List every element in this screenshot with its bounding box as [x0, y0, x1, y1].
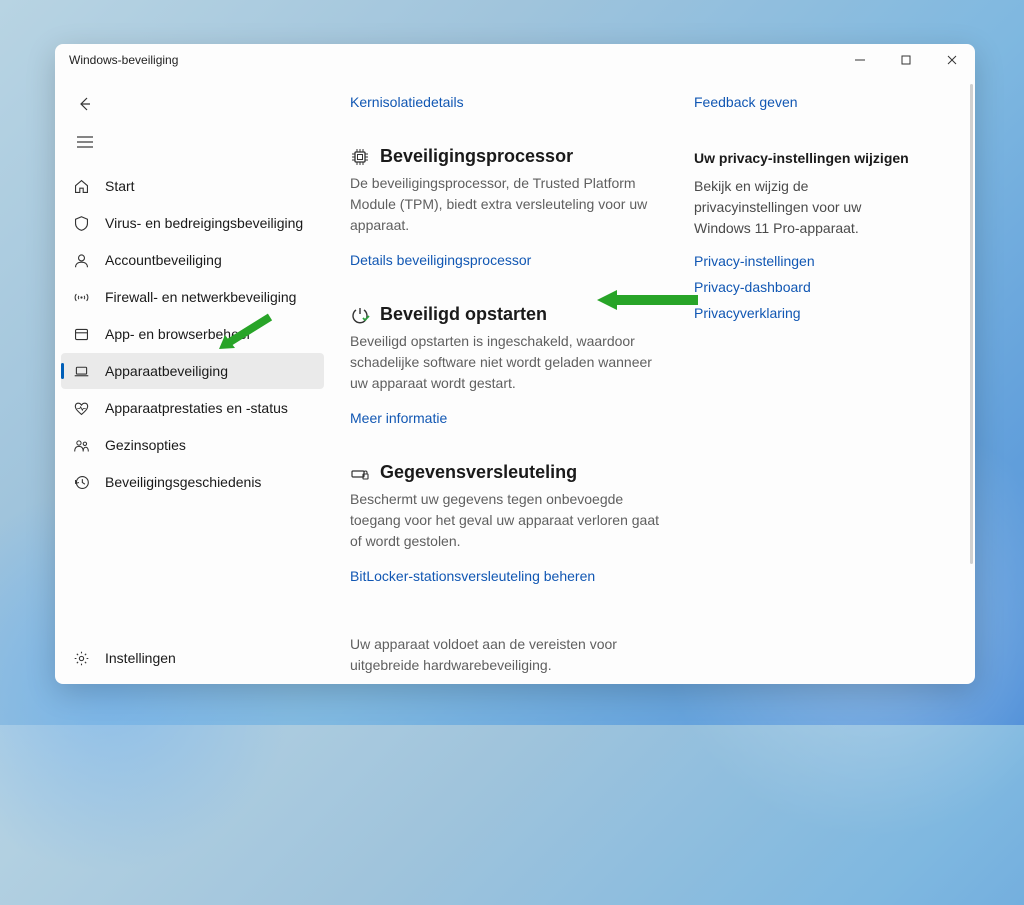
kernel-isolation-details-link[interactable]: Kernisolatiedetails [350, 94, 464, 110]
section-description: Beveiligd opstarten is ingeschakeld, waa… [350, 331, 672, 394]
sidebar-item-history[interactable]: Beveiligingsgeschiedenis [61, 464, 324, 500]
close-button[interactable] [929, 44, 975, 76]
people-icon [71, 435, 91, 455]
drive-lock-icon [350, 463, 370, 483]
history-icon [71, 472, 91, 492]
sidebar-item-home[interactable]: Start [61, 168, 324, 204]
gear-icon [71, 648, 91, 668]
sidebar-item-appbrowser[interactable]: App- en browserbeheer [61, 316, 324, 352]
home-icon [71, 176, 91, 196]
secure-boot-more-info-link[interactable]: Meer informatie [350, 410, 447, 426]
window-controls [837, 44, 975, 76]
chip-icon [350, 147, 370, 167]
heart-icon [71, 398, 91, 418]
section-title: Beveiligd opstarten [380, 304, 547, 325]
main-content: Kernisolatiedetails Beveiligingsprocesso… [330, 76, 975, 684]
sidebar-item-account[interactable]: Accountbeveiliging [61, 242, 324, 278]
section-title: Gegevensversleuteling [380, 462, 577, 483]
sidebar-item-label: Apparaatprestaties en -status [105, 400, 288, 416]
aside-description: Bekijk en wijzig de privacyinstellingen … [694, 176, 920, 239]
feedback-link[interactable]: Feedback geven [694, 94, 920, 110]
sidebar-item-family[interactable]: Gezinsopties [61, 427, 324, 463]
section-data-encryption: Gegevensversleuteling Beschermt uw gegev… [350, 462, 672, 602]
sidebar-item-label: Start [105, 178, 135, 194]
sidebar-item-device-security[interactable]: Apparaatbeveiliging [61, 353, 324, 389]
sidebar-item-firewall[interactable]: Firewall- en netwerkbeveiliging [61, 279, 324, 315]
sidebar-item-device-health[interactable]: Apparaatprestaties en -status [61, 390, 324, 426]
sidebar-item-label: Instellingen [105, 650, 176, 666]
security-processor-details-link[interactable]: Details beveiligingsprocessor [350, 252, 531, 268]
section-security-processor: Beveiligingsprocessor De beveiligingspro… [350, 146, 672, 286]
sidebar: Start Virus- en bedreigingsbeveiliging A… [55, 76, 330, 684]
menu-toggle-button[interactable] [67, 124, 103, 160]
section-secure-boot: Beveiligd opstarten Beveiligd opstarten … [350, 304, 672, 444]
sidebar-item-label: Accountbeveiliging [105, 252, 222, 268]
sidebar-item-label: Gezinsopties [105, 437, 186, 453]
sidebar-item-label: App- en browserbeheer [105, 326, 251, 342]
privacy-settings-link[interactable]: Privacy-instellingen [694, 253, 920, 269]
section-description: De beveiligingsprocessor, de Trusted Pla… [350, 173, 672, 236]
antenna-icon [71, 287, 91, 307]
window-title: Windows-beveiliging [69, 53, 178, 67]
footer-note: Uw apparaat voldoet aan de vereisten voo… [350, 634, 672, 676]
power-check-icon [350, 305, 370, 325]
section-title: Beveiligingsprocessor [380, 146, 573, 167]
maximize-button[interactable] [883, 44, 929, 76]
bitlocker-manage-link[interactable]: BitLocker-stationsversleuteling beheren [350, 568, 595, 584]
aside-heading: Uw privacy-instellingen wijzigen [694, 150, 920, 166]
section-description: Beschermt uw gegevens tegen onbevoegde t… [350, 489, 672, 552]
shield-icon [71, 213, 91, 233]
sidebar-item-virus[interactable]: Virus- en bedreigingsbeveiliging [61, 205, 324, 241]
app-window-icon [71, 324, 91, 344]
app-window: Windows-beveiliging [55, 44, 975, 684]
minimize-button[interactable] [837, 44, 883, 76]
titlebar: Windows-beveiliging [55, 44, 975, 76]
sidebar-item-label: Virus- en bedreigingsbeveiliging [105, 215, 303, 231]
sidebar-item-label: Beveiligingsgeschiedenis [105, 474, 261, 490]
sidebar-item-label: Apparaatbeveiliging [105, 363, 228, 379]
back-button[interactable] [67, 86, 103, 122]
person-icon [71, 250, 91, 270]
scrollbar[interactable] [970, 84, 973, 564]
privacy-dashboard-link[interactable]: Privacy-dashboard [694, 279, 920, 295]
aside: Feedback geven Uw privacy-instellingen w… [690, 88, 920, 674]
sidebar-item-label: Firewall- en netwerkbeveiliging [105, 289, 296, 305]
laptop-icon [71, 361, 91, 381]
privacy-statement-link[interactable]: Privacyverklaring [694, 305, 920, 321]
sidebar-item-settings[interactable]: Instellingen [61, 640, 324, 676]
